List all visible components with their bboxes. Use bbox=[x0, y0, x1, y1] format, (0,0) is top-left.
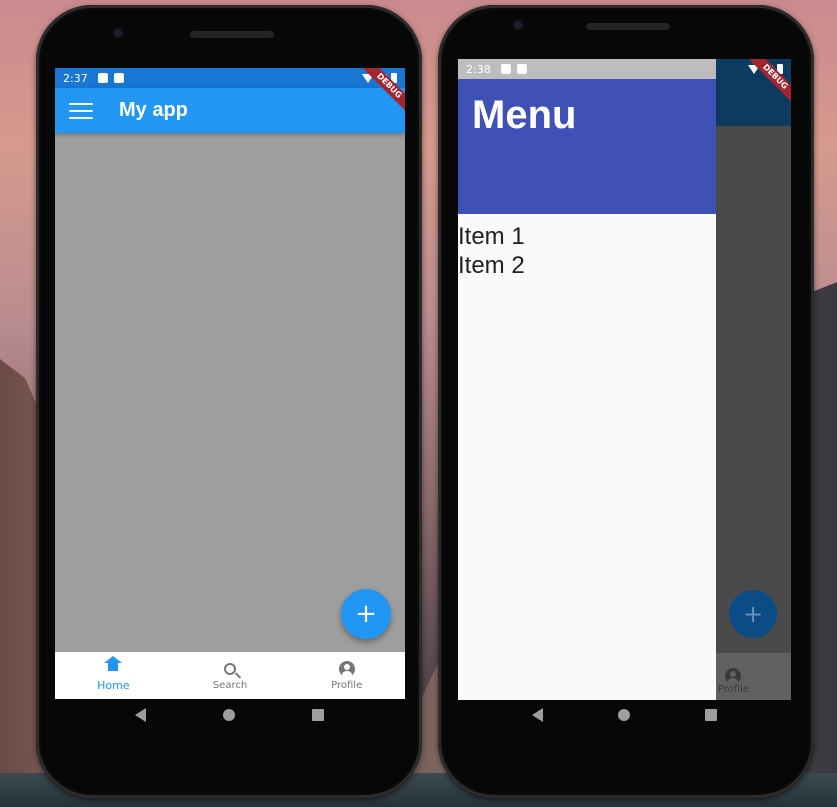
right-screen: DEBUG + Profile 2:38 Menu Item 1 Item 2 bbox=[458, 59, 791, 700]
status-bar: 2:37 bbox=[55, 68, 405, 88]
earpiece-speaker bbox=[586, 23, 670, 30]
back-icon[interactable] bbox=[134, 708, 146, 722]
front-camera bbox=[112, 27, 124, 39]
right-phone-device: DEBUG + Profile 2:38 Menu Item 1 Item 2 bbox=[438, 5, 814, 798]
left-screen: 2:37 DEBUG My app + Home Search Profile bbox=[55, 68, 405, 699]
system-navigation-bar bbox=[96, 705, 362, 725]
add-fab-button[interactable]: + bbox=[341, 589, 391, 639]
add-fab-button-dimmed: + bbox=[729, 590, 777, 638]
drawer-title: Menu bbox=[472, 93, 577, 137]
bottom-navigation: Home Search Profile bbox=[55, 652, 405, 699]
back-icon[interactable] bbox=[531, 708, 543, 722]
nav-item-profile[interactable]: Profile bbox=[288, 652, 405, 699]
nav-item-search-label: Search bbox=[212, 680, 248, 691]
app-bar: My app bbox=[55, 88, 405, 133]
home-button-icon[interactable] bbox=[222, 709, 235, 721]
notification-icon bbox=[500, 64, 511, 74]
nav-item-profile-label: Profile bbox=[717, 684, 749, 695]
status-time: 2:38 bbox=[466, 62, 491, 76]
drawer-item-1[interactable]: Item 1 bbox=[458, 222, 716, 251]
search-icon bbox=[224, 663, 236, 675]
plus-icon: + bbox=[355, 599, 377, 629]
system-navigation-bar bbox=[494, 705, 754, 725]
sd-card-icon bbox=[113, 73, 124, 83]
nav-item-search[interactable]: Search bbox=[172, 652, 289, 699]
account-circle-icon bbox=[338, 661, 355, 677]
nav-item-home-label: Home bbox=[97, 679, 130, 692]
notification-icon bbox=[97, 73, 108, 83]
sd-card-icon bbox=[516, 64, 527, 74]
drawer-status-bar: 2:38 bbox=[458, 59, 716, 79]
nav-item-home[interactable]: Home bbox=[55, 652, 172, 699]
drawer-item-2[interactable]: Item 2 bbox=[458, 251, 716, 280]
nav-item-profile-dimmed: Profile bbox=[718, 668, 749, 695]
status-time: 2:37 bbox=[63, 71, 88, 85]
app-title: My app bbox=[119, 99, 188, 121]
earpiece-speaker bbox=[190, 31, 274, 38]
front-camera bbox=[512, 19, 524, 31]
nav-item-profile-label: Profile bbox=[331, 680, 363, 691]
navigation-drawer: 2:38 Menu Item 1 Item 2 bbox=[458, 59, 716, 700]
home-button-icon[interactable] bbox=[617, 709, 630, 721]
left-phone-device: 2:37 DEBUG My app + Home Search Profile bbox=[36, 5, 422, 798]
menu-icon[interactable] bbox=[69, 102, 93, 119]
recents-icon[interactable] bbox=[311, 709, 324, 721]
recents-icon[interactable] bbox=[704, 709, 717, 721]
account-circle-icon bbox=[725, 668, 742, 684]
drawer-header: Menu bbox=[458, 79, 716, 214]
plus-icon: + bbox=[742, 600, 764, 628]
drawer-list: Item 1 Item 2 bbox=[458, 214, 716, 280]
home-icon bbox=[104, 656, 123, 674]
